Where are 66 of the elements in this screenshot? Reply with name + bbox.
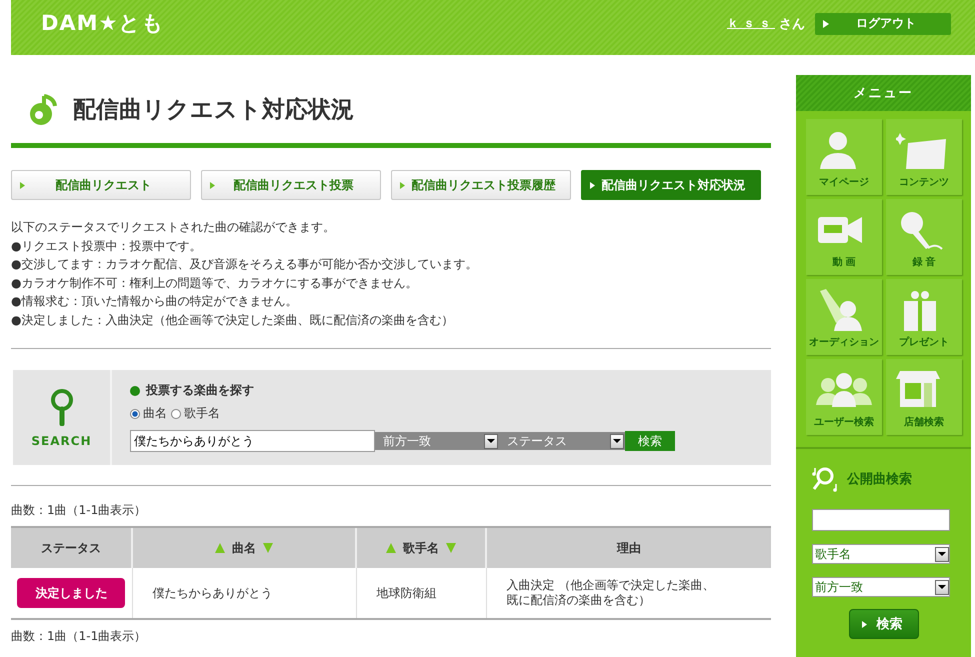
dropdown[interactable]: 歌手名	[812, 544, 950, 564]
search-music-icon	[812, 465, 839, 493]
intro-text: 以下のステータスでリクエストされた曲の確認ができます。	[11, 219, 336, 236]
tab[interactable]: 配信曲リクエスト	[11, 170, 191, 200]
column-label: 曲名	[232, 540, 256, 556]
tab[interactable]: 配信曲リクエスト投票履歴	[391, 170, 571, 200]
logout-button[interactable]: ログアウト	[815, 12, 951, 34]
sort-up-icon	[386, 543, 396, 553]
column-header[interactable]: 曲名	[132, 527, 356, 568]
sort-up-icon	[215, 543, 225, 553]
radio-button[interactable]	[130, 408, 140, 418]
table-cell: 入曲決定 （他企画等で決定した楽曲、既に配信済の楽曲を含む）	[486, 568, 771, 619]
dropdown[interactable]: 前方一致	[375, 432, 499, 450]
menu-tile[interactable]: オーディション	[806, 279, 882, 355]
play-icon	[590, 182, 595, 188]
search-label: SEARCH	[31, 434, 92, 448]
status-badge: 決定しました	[17, 578, 126, 608]
search-icon	[48, 388, 74, 426]
bullet-icon	[130, 386, 140, 396]
dropdown[interactable]: 前方一致	[812, 577, 950, 597]
result-count: 曲数：1曲（1-1曲表示）	[11, 628, 148, 644]
play-icon	[210, 182, 215, 188]
radio-label[interactable]: 曲名	[143, 405, 167, 422]
caret-icon	[487, 439, 495, 443]
menu-tile[interactable]: 録 音	[886, 199, 962, 275]
column-label: 歌手名	[403, 540, 439, 556]
intro-text: ●情報求む：頂いた情報から曲の特定ができません。	[11, 293, 298, 310]
radio-label[interactable]: 歌手名	[184, 405, 220, 422]
page-title: 配信曲リクエスト対応状況	[73, 96, 354, 124]
section-title: 公開曲検索	[847, 470, 912, 488]
menu-tile[interactable]: プレゼント	[886, 279, 962, 355]
menu-tile[interactable]: 店舗検索	[886, 359, 962, 435]
tab[interactable]: 配信曲リクエスト対応状況	[581, 170, 761, 200]
honorific-text: さん	[779, 16, 805, 32]
caret-icon	[613, 439, 621, 443]
play-icon	[862, 620, 866, 628]
dropdown[interactable]: ステータス	[499, 432, 625, 450]
search-heading: 投票する楽曲を探す	[146, 382, 254, 399]
radio-button[interactable]	[171, 408, 181, 418]
menu-tile[interactable]: マイページ	[806, 119, 882, 195]
table-cell: 地球防衛組	[356, 568, 486, 619]
sort-down-icon	[263, 543, 273, 553]
sort-down-icon	[446, 543, 456, 553]
menu-tile[interactable]: 動 画	[806, 199, 882, 275]
search-button[interactable]: 検索	[848, 609, 918, 639]
column-header: ステータス	[11, 527, 132, 568]
search-button[interactable]: 検索	[625, 431, 675, 451]
play-icon	[823, 20, 829, 28]
result-count: 曲数：1曲（1-1曲表示）	[11, 502, 148, 518]
column-header: 理由	[486, 527, 771, 568]
table-cell: 僕たちからありがとう	[132, 568, 356, 619]
intro-text: ●決定しました：入曲決定（他企画等で決定した楽曲、既に配信済の楽曲を含む）	[11, 312, 454, 328]
intro-text: ●カラオケ制作不可：権利上の問題等で、カラオケにする事ができません。	[11, 274, 418, 292]
search-field[interactable]: 僕たちからありがとう	[130, 430, 375, 452]
intro-text: ●交渉してます：カラオケ配信、及び音源をそろえる事が可能か否か交渉しています。	[11, 256, 478, 273]
intro-text: ●リクエスト投票中：投票中です。	[11, 238, 202, 254]
column-header[interactable]: 歌手名	[356, 527, 486, 568]
tab[interactable]: 配信曲リクエスト投票	[201, 170, 381, 200]
caret-icon	[938, 552, 946, 556]
play-icon	[20, 182, 25, 188]
caret-icon	[938, 585, 946, 589]
menu-tile[interactable]: ユーザー検索	[806, 359, 882, 435]
search-field[interactable]	[812, 509, 950, 531]
menu-title: メニュー	[796, 75, 971, 111]
menu-tile[interactable]: コンテンツ	[886, 119, 962, 195]
play-icon	[400, 182, 405, 188]
